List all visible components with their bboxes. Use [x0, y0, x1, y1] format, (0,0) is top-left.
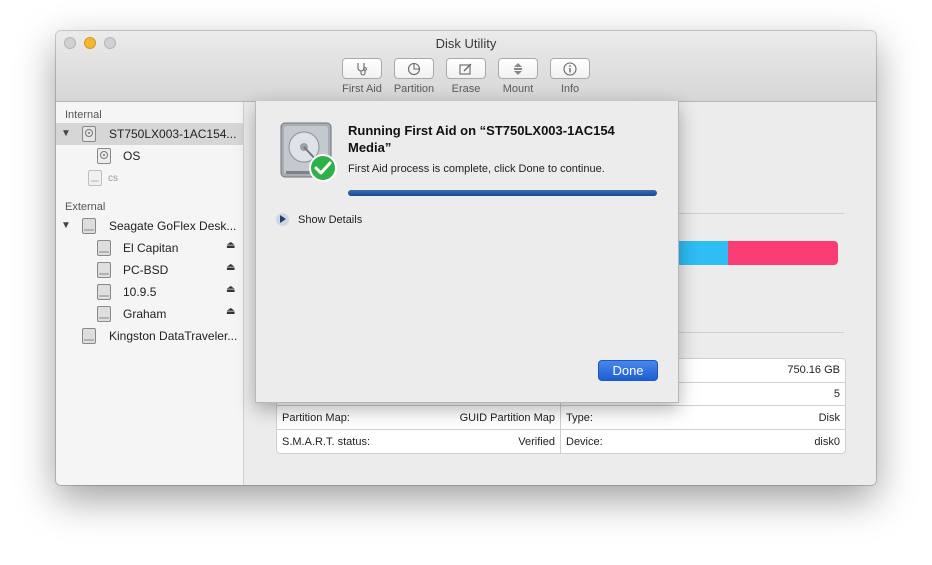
stethoscope-icon	[357, 62, 367, 76]
erase-button[interactable]: Erase	[436, 58, 496, 95]
type-value: Disk	[818, 412, 840, 424]
toolbar: Disk Utility First Aid Partition Erase M…	[56, 31, 876, 102]
sidebar-item-label: Graham	[123, 307, 167, 321]
sidebar-item-label: PC-BSD	[123, 263, 169, 277]
external-disk-icon	[82, 218, 96, 234]
child-count-value: 5	[833, 388, 840, 400]
internal-section-header: Internal	[65, 109, 102, 121]
progress-bar	[348, 190, 657, 196]
info-button[interactable]: Info	[540, 58, 600, 95]
external-volume-icon	[97, 240, 111, 256]
smart-status-value: Verified	[518, 436, 555, 448]
sidebar-item-label: ST750LX003-1AC154...	[109, 127, 237, 141]
sidebar-item-10-9-5[interactable]: 10.9.5 ⏏	[56, 281, 243, 303]
mount-icon	[514, 62, 522, 75]
eject-icon[interactable]: ⏏	[226, 262, 235, 273]
sheet-message: First Aid process is complete, click Don…	[348, 163, 605, 175]
first-aid-label: First Aid	[342, 83, 382, 95]
show-details-label: Show Details	[298, 213, 363, 226]
usage-segment-used	[728, 241, 838, 265]
device-label: Device:	[566, 436, 603, 448]
partition-label: Partition	[393, 83, 435, 95]
hard-drive-check-icon	[280, 122, 337, 182]
sidebar-item-pc-bsd[interactable]: PC-BSD ⏏	[56, 259, 243, 281]
sidebar-item-label: El Capitan	[123, 241, 179, 255]
sheet-title: Running First Aid on “ST750LX003-1AC154 …	[348, 123, 615, 155]
disclosure-triangle-icon[interactable]: ▼	[61, 220, 71, 231]
eject-icon[interactable]: ⏏	[226, 306, 235, 317]
sidebar-item-label: Kingston DataTraveler...	[109, 329, 238, 343]
progress-fill	[348, 190, 657, 196]
row-divider	[277, 429, 845, 430]
row-divider	[277, 405, 845, 406]
disclosure-arrow-icon[interactable]	[276, 213, 289, 226]
sidebar-item-os[interactable]: OS	[56, 145, 243, 167]
usage-bar	[664, 241, 838, 265]
external-volume-icon	[97, 284, 111, 300]
disk-utility-window: Disk Utility First Aid Partition Erase M…	[56, 31, 876, 485]
device-value: disk0	[814, 436, 840, 448]
external-volume-icon	[97, 262, 111, 278]
pie-chart-icon	[407, 62, 421, 75]
sidebar-item-label: 10.9.5	[123, 285, 157, 299]
sidebar-item-label: OS	[123, 149, 141, 163]
sidebar-item-seagate-disk[interactable]: ▼ Seagate GoFlex Desk...	[56, 215, 243, 237]
mount-button[interactable]: Mount	[488, 58, 548, 95]
info-icon	[563, 61, 577, 76]
sidebar-item-cs[interactable]: cs	[56, 167, 243, 189]
divider	[664, 332, 844, 333]
eject-icon[interactable]: ⏏	[226, 240, 235, 251]
sidebar: Internal ▼ ST750LX003-1AC154... OS cs Ex…	[56, 102, 244, 485]
erase-icon	[459, 63, 472, 75]
first-aid-sheet: Running First Aid on “ST750LX003-1AC154 …	[255, 101, 679, 403]
partition-button[interactable]: Partition	[384, 58, 444, 95]
type-label: Type:	[566, 412, 593, 424]
eject-icon[interactable]: ⏏	[226, 284, 235, 295]
sidebar-item-el-capitan[interactable]: El Capitan ⏏	[56, 237, 243, 259]
sidebar-item-label: cs	[108, 173, 118, 184]
volume-icon	[97, 148, 111, 164]
external-disk-icon	[82, 328, 96, 344]
sidebar-item-st750-disk[interactable]: ▼ ST750LX003-1AC154...	[56, 123, 243, 145]
first-aid-button[interactable]: First Aid	[332, 58, 392, 95]
internal-disk-icon	[82, 126, 96, 142]
mount-label: Mount	[502, 83, 534, 95]
show-details-toggle[interactable]: Show Details	[276, 213, 362, 226]
done-button[interactable]: Done	[598, 360, 658, 381]
window-title: Disk Utility	[435, 36, 497, 51]
divider	[664, 213, 844, 214]
sidebar-item-kingston[interactable]: Kingston DataTraveler...	[56, 325, 243, 347]
disclosure-triangle-icon[interactable]: ▼	[61, 128, 71, 139]
external-section-header: External	[65, 201, 106, 213]
erase-label: Erase	[451, 83, 481, 95]
external-volume-icon	[97, 306, 111, 322]
info-label: Info	[560, 83, 580, 95]
capacity-value: 750.16 GB	[787, 364, 840, 376]
partition-map-label: Partition Map:	[282, 412, 350, 424]
smart-status-label: S.M.A.R.T. status:	[282, 436, 371, 448]
dimmed-volume-icon	[88, 170, 102, 186]
sidebar-item-label: Seagate GoFlex Desk...	[109, 219, 237, 233]
partition-map-value: GUID Partition Map	[459, 412, 555, 424]
sidebar-item-graham[interactable]: Graham ⏏	[56, 303, 243, 325]
